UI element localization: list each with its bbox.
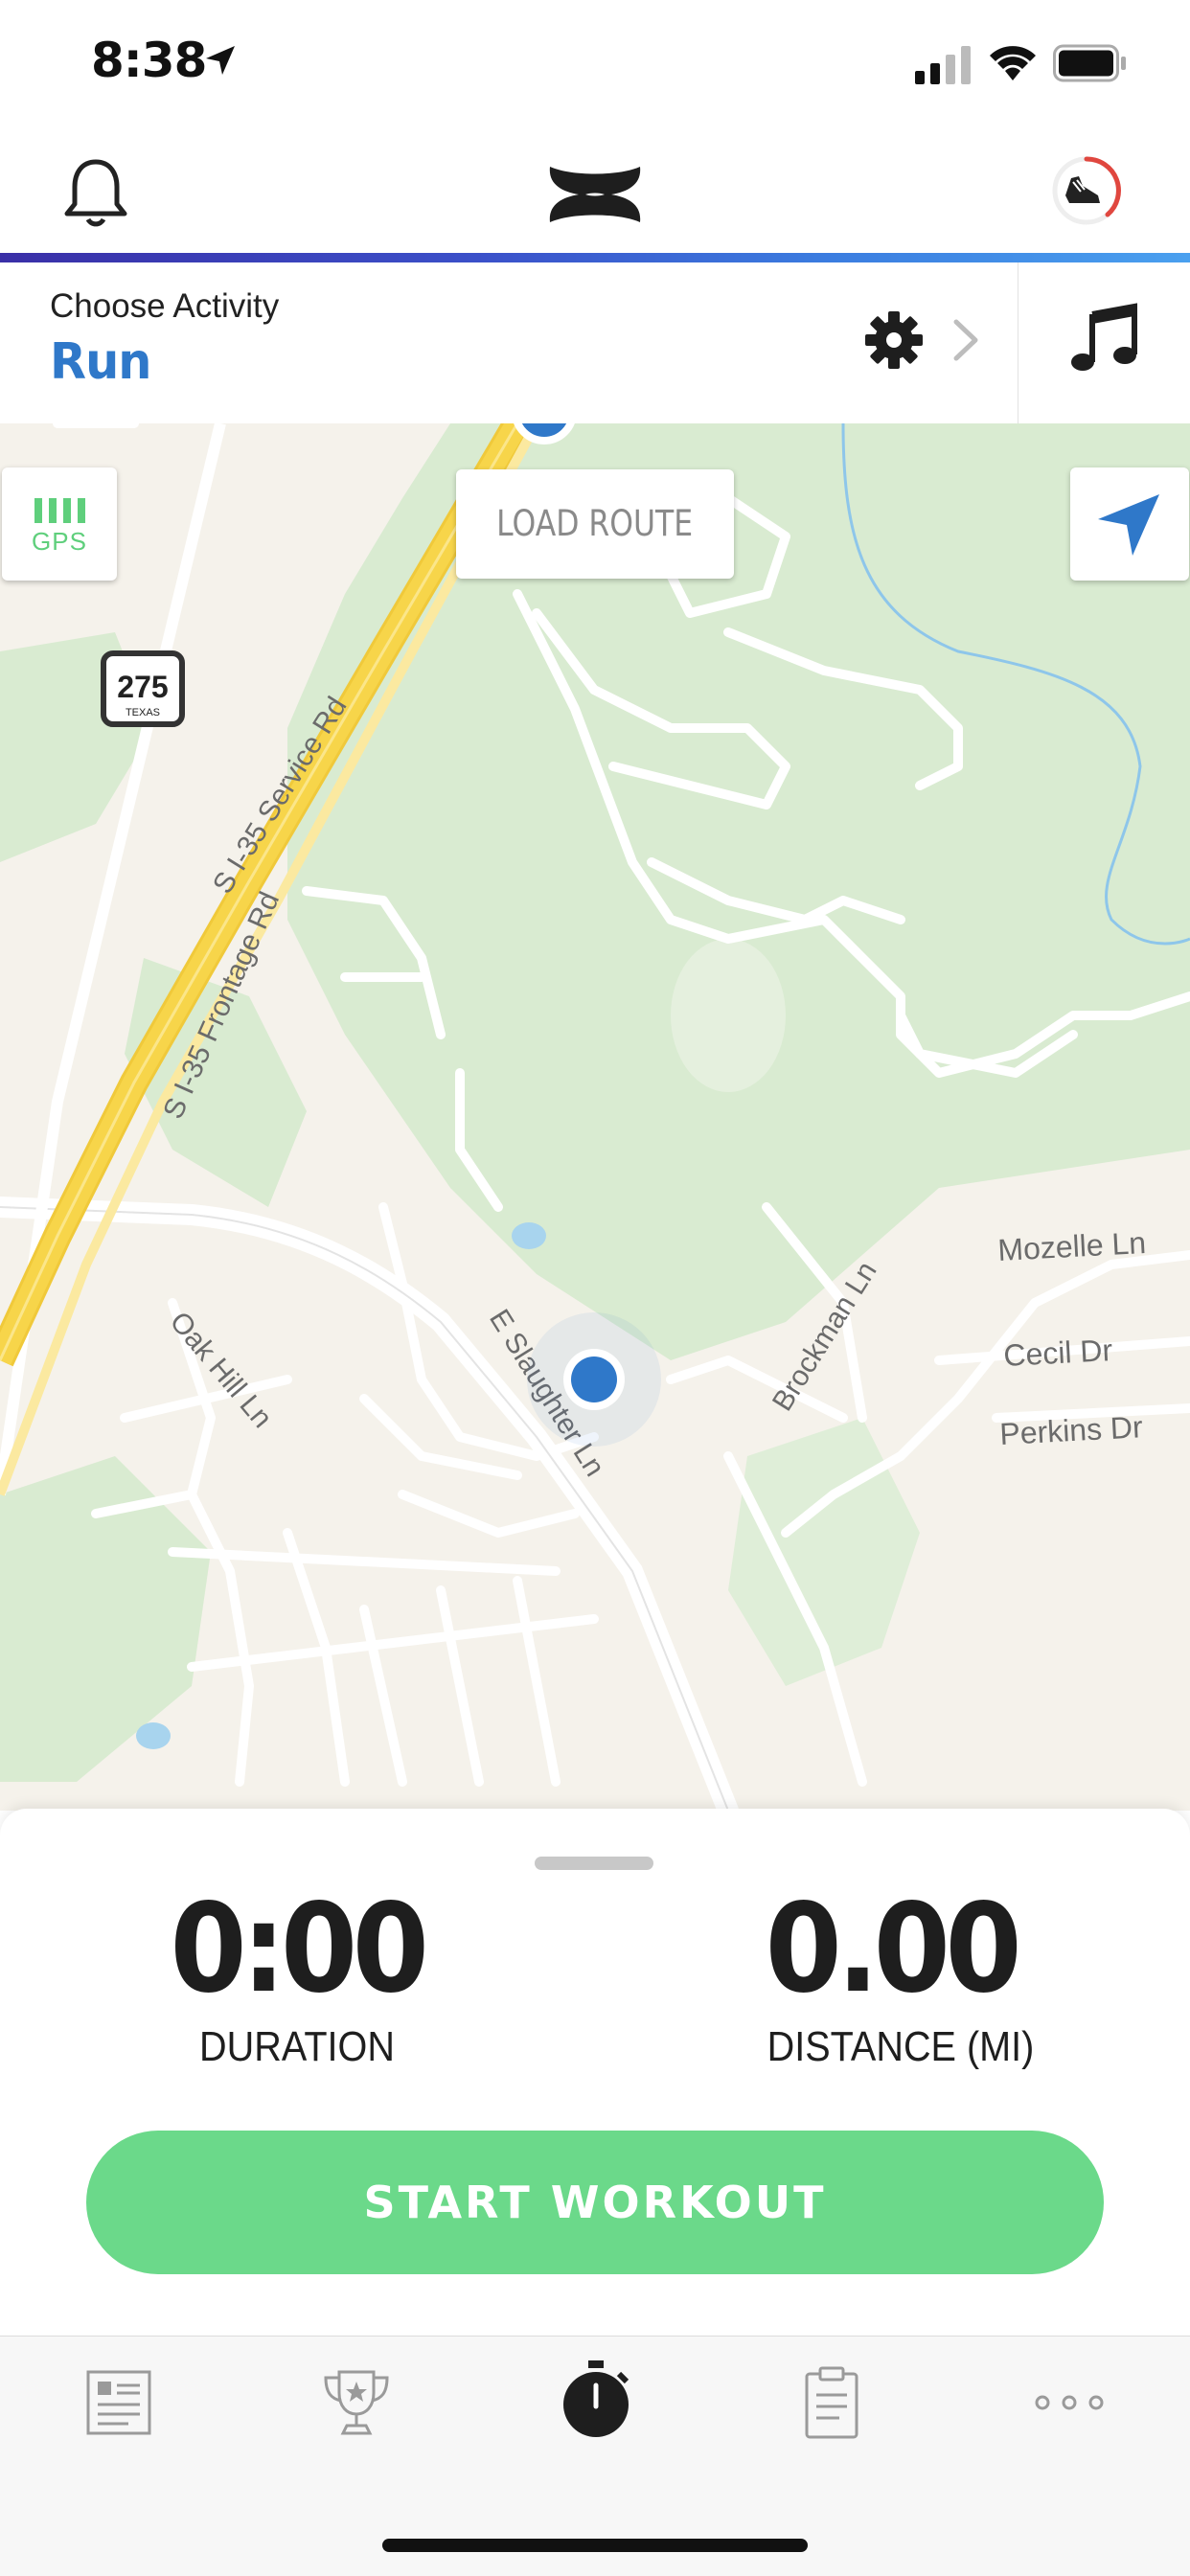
street-label-perkins: Perkins Dr bbox=[998, 1409, 1143, 1451]
under-armour-logo[interactable] bbox=[542, 163, 648, 226]
music-note-icon[interactable] bbox=[1071, 303, 1140, 374]
shoe-icon[interactable] bbox=[1050, 153, 1123, 228]
trophy-icon[interactable] bbox=[318, 2364, 395, 2441]
panel-grabber[interactable] bbox=[535, 1857, 653, 1870]
gps-status-button[interactable] bbox=[2, 467, 117, 581]
battery-icon bbox=[1053, 44, 1126, 82]
duration-value: 0:00 bbox=[170, 1878, 429, 2020]
start-workout-button[interactable]: START WORKOUT bbox=[86, 2131, 1104, 2274]
location-arrow-icon bbox=[206, 46, 235, 75]
route-shield-state: TEXAS bbox=[126, 707, 160, 718]
gps-signal-icon bbox=[34, 498, 85, 523]
bell-icon[interactable] bbox=[62, 156, 129, 229]
chevron-right-icon[interactable] bbox=[950, 318, 981, 362]
cellular-signal-icon bbox=[915, 46, 971, 84]
load-route-label: LOAD ROUTE bbox=[496, 503, 694, 544]
stopwatch-icon[interactable] bbox=[556, 2359, 636, 2441]
map-view[interactable]: S I-35 Service Rd S I-35 Frontage Rd Oak… bbox=[0, 423, 1190, 1811]
distance-value: 0.00 bbox=[765, 1878, 1022, 2020]
header-progress-bar bbox=[0, 253, 1190, 262]
street-label-oak-hill: Oak Hill Ln bbox=[164, 1306, 279, 1434]
load-route-button[interactable]: LOAD ROUTE bbox=[456, 469, 734, 579]
map-canvas[interactable]: S I-35 Service Rd S I-35 Frontage Rd Oak… bbox=[0, 423, 1190, 1811]
route-shield: 275 TEXAS bbox=[101, 650, 185, 727]
wifi-icon bbox=[990, 46, 1036, 80]
clipboard-icon[interactable] bbox=[793, 2364, 870, 2441]
duration-label: DURATION bbox=[199, 2023, 395, 2070]
street-label-cecil: Cecil Dr bbox=[1002, 1333, 1113, 1373]
route-shield-number: 275 bbox=[117, 670, 168, 704]
navigation-arrow-icon bbox=[1098, 494, 1159, 556]
home-indicator[interactable] bbox=[382, 2539, 808, 2552]
status-time: 8:38 bbox=[91, 33, 207, 88]
more-icon[interactable] bbox=[1031, 2364, 1108, 2441]
feed-icon[interactable] bbox=[80, 2364, 157, 2441]
current-location-dot bbox=[571, 1356, 617, 1402]
activity-value[interactable]: Run bbox=[50, 333, 151, 391]
gps-label: GPS bbox=[32, 527, 87, 556]
choose-activity-label: Choose Activity bbox=[50, 287, 280, 325]
distance-label: DISTANCE (MI) bbox=[767, 2023, 1035, 2070]
gear-icon[interactable] bbox=[862, 308, 926, 372]
